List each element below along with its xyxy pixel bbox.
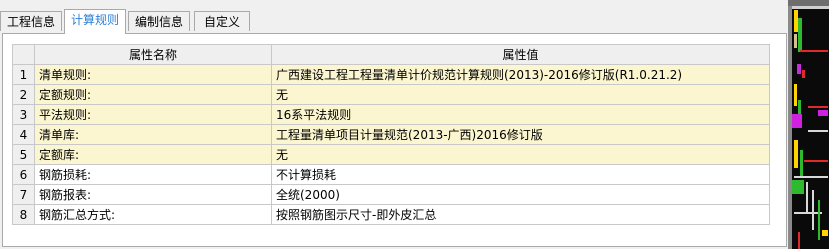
- row-number: 2: [12, 84, 35, 105]
- tab-calculation-rules[interactable]: 计算规则: [64, 9, 126, 34]
- row-number-header: [12, 44, 35, 65]
- table-row[interactable]: 7 钢筋报表: 全统(2000): [12, 184, 770, 205]
- table-header-row: 属性名称 属性值: [12, 44, 770, 65]
- property-name: 清单库:: [34, 124, 272, 145]
- property-name: 平法规则:: [34, 104, 272, 125]
- row-number: 4: [12, 124, 35, 145]
- property-name: 钢筋损耗:: [34, 164, 272, 185]
- rules-panel: 属性名称 属性值 1 清单规则: 广西建设工程工程量清单计价规范计算规则(201…: [2, 33, 787, 247]
- property-value[interactable]: 16系平法规则: [271, 104, 770, 125]
- property-value[interactable]: 工程量清单项目计量规范(2013-广西)2016修订版: [271, 124, 770, 145]
- property-name: 清单规则:: [34, 64, 272, 85]
- tab-custom[interactable]: 自定义: [194, 11, 250, 31]
- tab-compile-info[interactable]: 编制信息: [128, 11, 190, 31]
- property-value[interactable]: 按照钢筋图示尺寸-即外皮汇总: [271, 204, 770, 225]
- property-name: 定额库:: [34, 144, 272, 165]
- property-name: 定额规则:: [34, 84, 272, 105]
- property-value[interactable]: 全统(2000): [271, 184, 770, 205]
- table-row[interactable]: 6 钢筋损耗: 不计算损耗: [12, 164, 770, 185]
- tab-project-info[interactable]: 工程信息: [0, 11, 62, 31]
- row-number: 1: [12, 64, 35, 85]
- property-value[interactable]: 不计算损耗: [271, 164, 770, 185]
- row-number: 3: [12, 104, 35, 125]
- table-row[interactable]: 5 定额库: 无: [12, 144, 770, 165]
- row-number: 5: [12, 144, 35, 165]
- column-header-name: 属性名称: [34, 44, 272, 65]
- table-row[interactable]: 2 定额规则: 无: [12, 84, 770, 105]
- tab-bar: 工程信息 计算规则 编制信息 自定义: [0, 9, 790, 34]
- property-value[interactable]: 广西建设工程工程量清单计价规范计算规则(2013)-2016修订版(R1.0.2…: [271, 64, 770, 85]
- table-row[interactable]: 1 清单规则: 广西建设工程工程量清单计价规范计算规则(2013)-2016修订…: [12, 64, 770, 85]
- row-number: 6: [12, 164, 35, 185]
- property-name: 钢筋报表:: [34, 184, 272, 205]
- background-cad-canvas: [788, 0, 829, 249]
- property-value[interactable]: 无: [271, 144, 770, 165]
- column-header-value: 属性值: [271, 44, 770, 65]
- table-row[interactable]: 3 平法规则: 16系平法规则: [12, 104, 770, 125]
- row-number: 7: [12, 184, 35, 205]
- table-row[interactable]: 8 钢筋汇总方式: 按照钢筋图示尺寸-即外皮汇总: [12, 204, 770, 225]
- table-row[interactable]: 4 清单库: 工程量清单项目计量规范(2013-广西)2016修订版: [12, 124, 770, 145]
- property-name: 钢筋汇总方式:: [34, 204, 272, 225]
- row-number: 8: [12, 204, 35, 225]
- property-value[interactable]: 无: [271, 84, 770, 105]
- properties-table: 属性名称 属性值 1 清单规则: 广西建设工程工程量清单计价规范计算规则(201…: [12, 44, 770, 225]
